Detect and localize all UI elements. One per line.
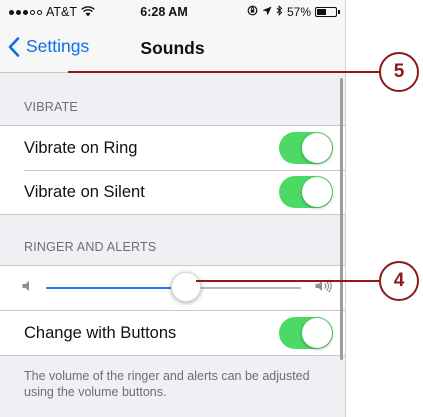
vibrate-on-silent-toggle[interactable] [279, 176, 333, 208]
slider-fill [46, 287, 187, 289]
ringer-volume-row [0, 266, 345, 310]
status-time: 6:28 AM [140, 5, 188, 19]
page-title: Sounds [140, 38, 205, 58]
ringer-group: Change with Buttons [0, 265, 345, 356]
slider-thumb[interactable] [171, 272, 202, 302]
section-header-ringer: RINGER AND ALERTS [24, 240, 157, 254]
rotation-lock-icon [247, 5, 258, 19]
status-bar: AT&T 6:28 AM 57% [0, 0, 345, 24]
status-left: AT&T [9, 5, 95, 19]
wifi-icon [81, 5, 95, 19]
location-arrow-icon [262, 5, 272, 19]
carrier-name: AT&T [46, 5, 78, 19]
callout-badge-5: 5 [379, 52, 419, 92]
ringer-volume-slider[interactable] [46, 272, 301, 302]
section-header-vibrate: VIBRATE [24, 100, 78, 114]
volume-low-icon [22, 279, 32, 297]
change-with-buttons-row: Change with Buttons [0, 310, 345, 355]
row-label: Change with Buttons [24, 323, 177, 342]
callout-line-5 [68, 71, 379, 73]
callout-badge-4: 4 [379, 261, 419, 301]
bluetooth-icon [276, 4, 283, 19]
change-with-buttons-toggle[interactable] [279, 317, 333, 349]
battery-percent: 57% [286, 5, 311, 19]
scrollbar[interactable] [340, 78, 343, 360]
callout-line-4 [196, 280, 379, 282]
ringer-footer-note: The volume of the ringer and alerts can … [24, 369, 310, 399]
status-right: 57% [247, 4, 340, 19]
row-label: Vibrate on Ring [24, 138, 138, 157]
vibrate-on-ring-toggle[interactable] [279, 132, 333, 164]
battery-icon [315, 7, 340, 17]
signal-strength-icon [9, 9, 42, 15]
vibrate-on-ring-row: Vibrate on Ring [0, 126, 345, 170]
vibrate-group: Vibrate on Ring Vibrate on Silent [0, 125, 345, 215]
settings-screen: AT&T 6:28 AM 57% Settings Sounds VIBRATE… [0, 0, 346, 417]
vibrate-on-silent-row: Vibrate on Silent [0, 170, 345, 214]
navigation-bar: Settings Sounds [0, 24, 345, 73]
row-label: Vibrate on Silent [24, 182, 145, 201]
